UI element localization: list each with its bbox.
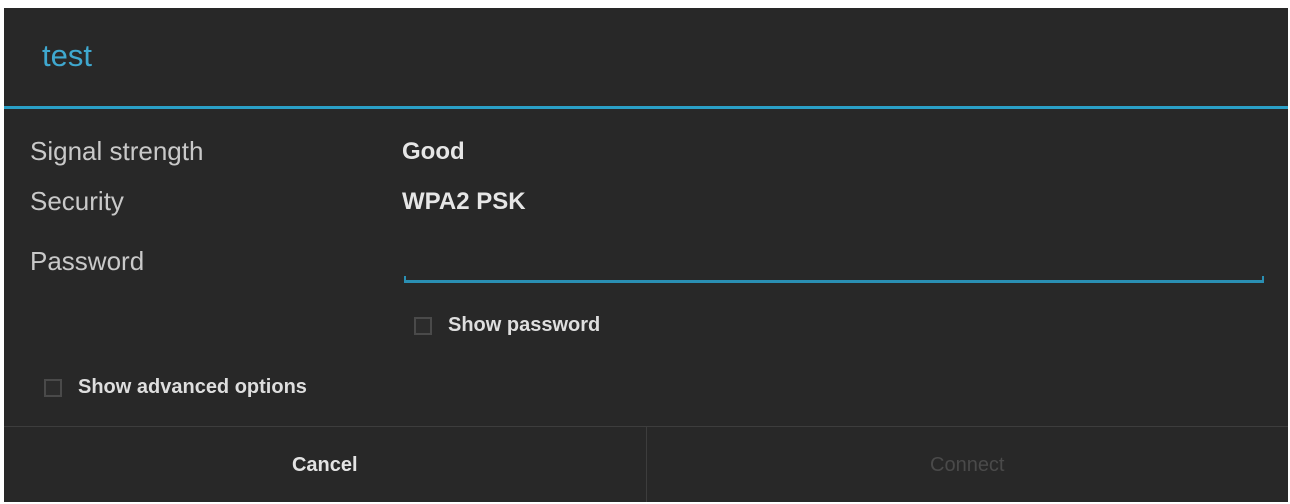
dialog-header: test xyxy=(4,8,1288,109)
signal-strength-value: Good xyxy=(402,138,465,165)
show-password-label: Show password xyxy=(448,314,601,336)
connect-button[interactable]: Connect xyxy=(647,427,1289,502)
cancel-button[interactable]: Cancel xyxy=(4,427,647,502)
dialog-title: test xyxy=(42,38,92,73)
button-bar: Cancel Connect xyxy=(4,426,1288,502)
show-advanced-checkbox[interactable] xyxy=(44,378,62,397)
signal-strength-label: Signal strength xyxy=(30,136,204,166)
password-input[interactable] xyxy=(402,246,1264,282)
show-advanced-label: Show advanced options xyxy=(78,376,307,398)
title-divider xyxy=(4,106,1288,109)
security-value: WPA2 PSK xyxy=(402,188,526,215)
security-label: Security xyxy=(30,186,124,216)
wifi-connect-dialog: test Signal strength Good Security WPA2 … xyxy=(4,8,1288,502)
show-password-checkbox[interactable] xyxy=(414,316,432,335)
password-input-underline xyxy=(404,276,1264,283)
show-advanced-option[interactable]: Show advanced options xyxy=(44,376,307,399)
password-label: Password xyxy=(30,246,145,276)
show-password-option[interactable]: Show password xyxy=(414,314,600,337)
